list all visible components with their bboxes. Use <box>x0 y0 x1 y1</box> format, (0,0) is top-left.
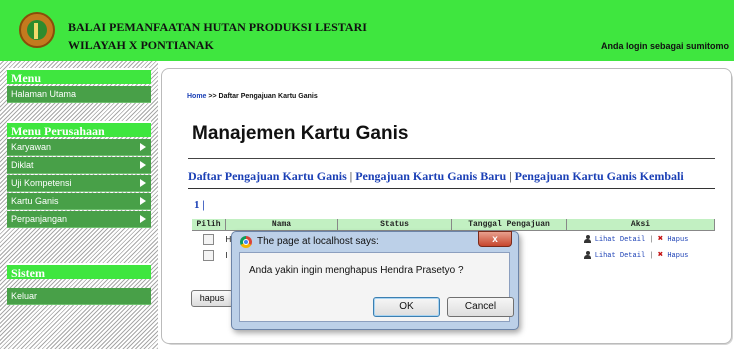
sidebar-item-label: Karyawan <box>11 142 52 152</box>
row-checkbox[interactable] <box>203 233 215 245</box>
delete-x-icon[interactable]: ✖ <box>658 234 663 244</box>
site-header: BALAI PEMANFAATAN HUTAN PRODUKSI LESTARI… <box>0 0 734 61</box>
col-status: Status <box>337 219 452 231</box>
agency-logo <box>19 12 55 48</box>
sidebar-item-uji-kompetensi[interactable]: Uji Kompetensi <box>7 175 151 192</box>
sidebar-section-perusahaan: Menu Perusahaan <box>7 121 151 138</box>
header-title-line2: WILAYAH X PONTIANAK <box>68 38 214 52</box>
pagination[interactable]: 1 | <box>194 199 205 211</box>
hapus-link[interactable]: Hapus <box>667 252 688 260</box>
action-separator: | <box>649 236 654 244</box>
link-pengajuan-kembali[interactable]: Pengajuan Kartu Ganis Kembali <box>515 169 684 183</box>
hapus-button[interactable]: hapus <box>191 290 233 307</box>
col-nama: Nama <box>225 219 338 231</box>
sub-navigation: Daftar Pengajuan Kartu Ganis | Pengajuan… <box>188 169 684 184</box>
title-divider <box>188 158 715 159</box>
sidebar-item-label: Uji Kompetensi <box>11 178 72 188</box>
sidebar-item-keluar[interactable]: Keluar <box>7 288 151 305</box>
ok-button[interactable]: OK <box>373 297 440 317</box>
cancel-button[interactable]: Cancel <box>447 297 514 317</box>
breadcrumb-current: >> Daftar Pengajuan Kartu Ganis <box>206 93 318 100</box>
col-aksi: Aksi <box>566 219 715 231</box>
table-header-row: Pilih Nama Status Tanggal Pengajuan Aksi <box>192 219 715 231</box>
chevron-right-icon <box>139 160 147 170</box>
col-tanggal: Tanggal Pengajuan <box>451 219 567 231</box>
dialog-body: Anda yakin ingin menghapus Hendra Praset… <box>239 252 514 322</box>
confirm-dialog: The page at localhost says: x Anda yakin… <box>231 231 519 330</box>
user-icon <box>583 251 591 260</box>
hapus-link[interactable]: Hapus <box>667 236 688 244</box>
header-title-line1: BALAI PEMANFAATAN HUTAN PRODUKSI LESTARI <box>68 20 367 34</box>
col-pilih: Pilih <box>192 219 226 231</box>
page-title: Manajemen Kartu Ganis <box>192 123 409 144</box>
links-divider <box>188 188 715 189</box>
sidebar-item-karyawan[interactable]: Karyawan <box>7 139 151 156</box>
sidebar-section-menu: Menu <box>7 68 151 85</box>
lihat-detail-link[interactable]: Lihat Detail <box>595 252 645 260</box>
dialog-titlebar[interactable]: The page at localhost says: x <box>232 231 518 252</box>
login-info: Anda login sebagai sumitomo <box>600 41 729 51</box>
sidebar-item-halaman-utama[interactable]: Halaman Utama <box>7 86 151 103</box>
delete-x-icon[interactable]: ✖ <box>658 250 663 260</box>
sidebar-item-perpanjangan[interactable]: Perpanjangan <box>7 211 151 228</box>
close-icon[interactable]: x <box>478 231 512 247</box>
sidebar-item-kartu-ganis[interactable]: Kartu Ganis <box>7 193 151 210</box>
sidebar-item-diklat[interactable]: Diklat <box>7 157 151 174</box>
link-separator: | <box>346 169 356 183</box>
breadcrumb: Home >> Daftar Pengajuan Kartu Ganis <box>187 93 318 100</box>
chevron-right-icon <box>139 178 147 188</box>
row-checkbox[interactable] <box>203 249 215 261</box>
breadcrumb-home-link[interactable]: Home <box>187 93 206 100</box>
dialog-title: The page at localhost says: <box>257 236 379 247</box>
dialog-message: Anda yakin ingin menghapus Hendra Praset… <box>249 265 464 276</box>
link-pengajuan-baru[interactable]: Pengajuan Kartu Ganis Baru <box>355 169 506 183</box>
chevron-right-icon <box>139 196 147 206</box>
chevron-right-icon <box>139 142 147 152</box>
lihat-detail-link[interactable]: Lihat Detail <box>595 236 645 244</box>
chevron-right-icon <box>139 214 147 224</box>
sidebar-section-sistem: Sistem <box>7 263 151 280</box>
user-icon <box>583 235 591 244</box>
row-name: I <box>225 250 228 260</box>
action-separator: | <box>649 252 654 260</box>
link-daftar-pengajuan[interactable]: Daftar Pengajuan Kartu Ganis <box>188 169 347 183</box>
sidebar-item-label: Perpanjangan <box>11 214 68 224</box>
sidebar: Menu Halaman Utama Menu Perusahaan Karya… <box>0 61 158 349</box>
sidebar-item-label: Diklat <box>11 160 34 170</box>
chrome-icon <box>240 236 252 248</box>
sidebar-item-label: Kartu Ganis <box>11 196 59 206</box>
link-separator: | <box>506 169 515 183</box>
